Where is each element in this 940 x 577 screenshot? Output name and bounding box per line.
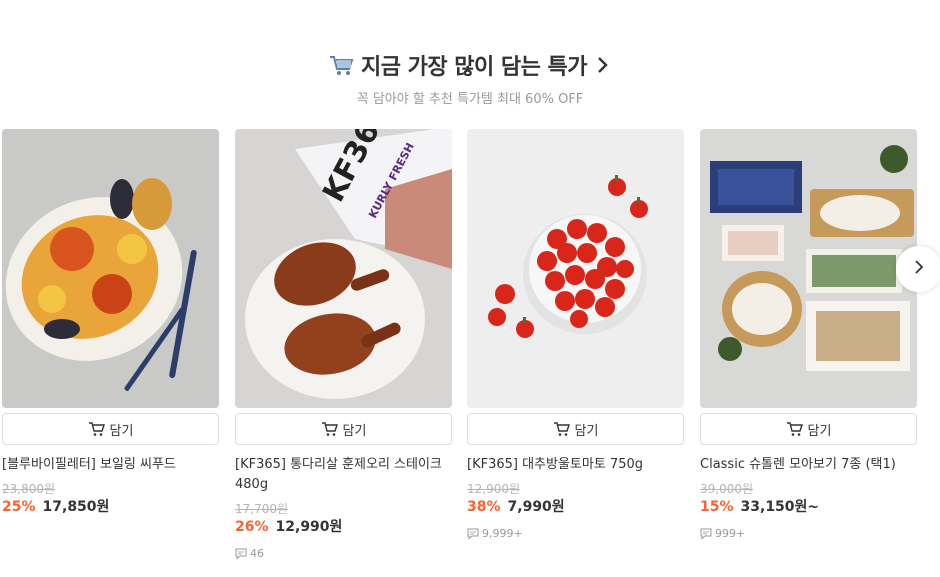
product-card[interactable]: 담기 [KF365] 대추방울토마토 750g 12,900원 38% 7,99…	[467, 129, 684, 540]
product-card[interactable]: 담기 [블루바이필레터] 보일링 씨푸드 23,800원 25% 17,850원	[2, 129, 219, 517]
price-row: 26% 12,990원	[235, 517, 452, 537]
add-to-cart-label: 담기	[342, 423, 367, 439]
sale-price: 33,150원~	[740, 499, 820, 515]
review-count-value: 999+	[715, 527, 746, 540]
add-to-cart-button[interactable]: 담기	[2, 413, 219, 445]
carousel-next-button[interactable]	[896, 246, 940, 292]
product-name[interactable]: [블루바이필레터] 보일링 씨푸드	[2, 455, 219, 475]
sale-price: 17,850원	[42, 499, 110, 515]
review-count: 9,999+	[467, 527, 684, 540]
section-subtitle: 꼭 담아야 할 추천 특가템 최대 60% OFF	[356, 92, 584, 107]
original-price: 17,700원	[235, 502, 289, 516]
discount-rate: 38%	[467, 499, 501, 515]
price-row: 25% 17,850원	[2, 497, 219, 517]
original-price: 12,900원	[467, 482, 521, 496]
product-card[interactable]: 담기 Classic 슈톨렌 모아보기 7종 (택1) 39,000원 15% …	[700, 129, 917, 540]
chevron-right-icon[interactable]	[593, 55, 613, 75]
product-carousel: 담기 [블루바이필레터] 보일링 씨푸드 23,800원 25% 17,850원…	[2, 129, 940, 577]
product-name[interactable]: [KF365] 대추방울토마토 750g	[467, 455, 684, 475]
product-card[interactable]: KF365 KURLY FRESH 담기 [KF365] 통다리살 훈제오리 스…	[235, 129, 452, 560]
arrow-right-icon	[912, 258, 926, 280]
add-to-cart-label: 담기	[807, 423, 832, 439]
review-count: 46	[235, 547, 452, 560]
discount-rate: 15%	[700, 499, 734, 515]
add-to-cart-label: 담기	[574, 423, 599, 439]
product-image-seafood[interactable]	[2, 129, 219, 408]
sale-price: 7,990원	[507, 499, 565, 515]
product-image-smoked-duck[interactable]: KF365 KURLY FRESH	[235, 129, 452, 408]
add-to-cart-button[interactable]: 담기	[467, 413, 684, 445]
discount-rate: 25%	[2, 499, 36, 515]
original-price: 23,800원	[2, 482, 56, 496]
cart-icon	[88, 420, 106, 438]
add-to-cart-button[interactable]: 담기	[235, 413, 452, 445]
price-row: 38% 7,990원	[467, 497, 684, 517]
sale-price: 12,990원	[275, 519, 343, 535]
original-price: 39,000원	[700, 482, 754, 496]
review-count: 999+	[700, 527, 917, 540]
review-count-value: 9,999+	[482, 527, 523, 540]
cart-icon	[321, 420, 339, 438]
comment-icon	[235, 548, 247, 560]
comment-icon	[700, 528, 712, 540]
product-image-tomato[interactable]	[467, 129, 684, 408]
discount-rate: 26%	[235, 519, 269, 535]
section-header[interactable]: 지금 가장 많이 담는 특가	[0, 48, 940, 82]
product-image-stollen[interactable]	[700, 129, 917, 408]
cart-icon	[786, 420, 804, 438]
add-to-cart-button[interactable]: 담기	[700, 413, 917, 445]
product-name[interactable]: Classic 슈톨렌 모아보기 7종 (택1)	[700, 455, 917, 475]
price-row: 15% 33,150원~	[700, 497, 917, 517]
comment-icon	[467, 528, 479, 540]
section-title: 지금 가장 많이 담는 특가	[360, 55, 588, 80]
product-name[interactable]: [KF365] 통다리살 훈제오리 스테이크 480g	[235, 455, 452, 495]
review-count-value: 46	[250, 547, 264, 560]
add-to-cart-label: 담기	[109, 423, 134, 439]
cart-emoji-icon	[327, 51, 355, 79]
cart-icon	[553, 420, 571, 438]
